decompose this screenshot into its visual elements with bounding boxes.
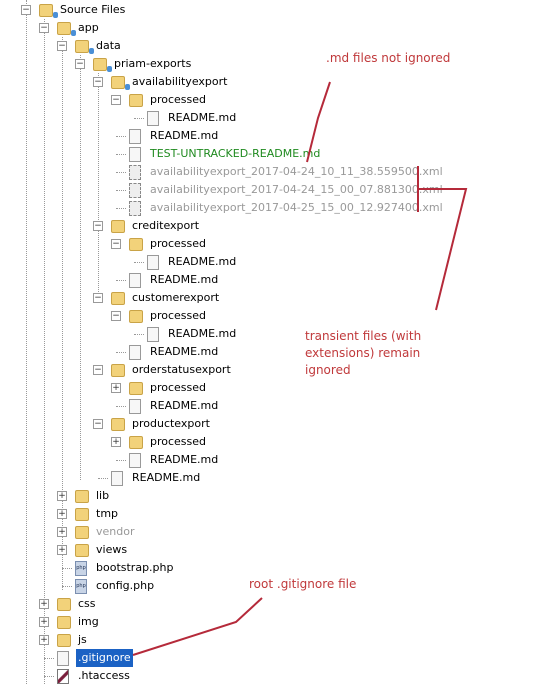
- annotation-arrows: [132, 81, 468, 656]
- arrow-root: [132, 597, 263, 656]
- arrow-md: [306, 81, 331, 163]
- arrow-transient: [419, 188, 468, 311]
